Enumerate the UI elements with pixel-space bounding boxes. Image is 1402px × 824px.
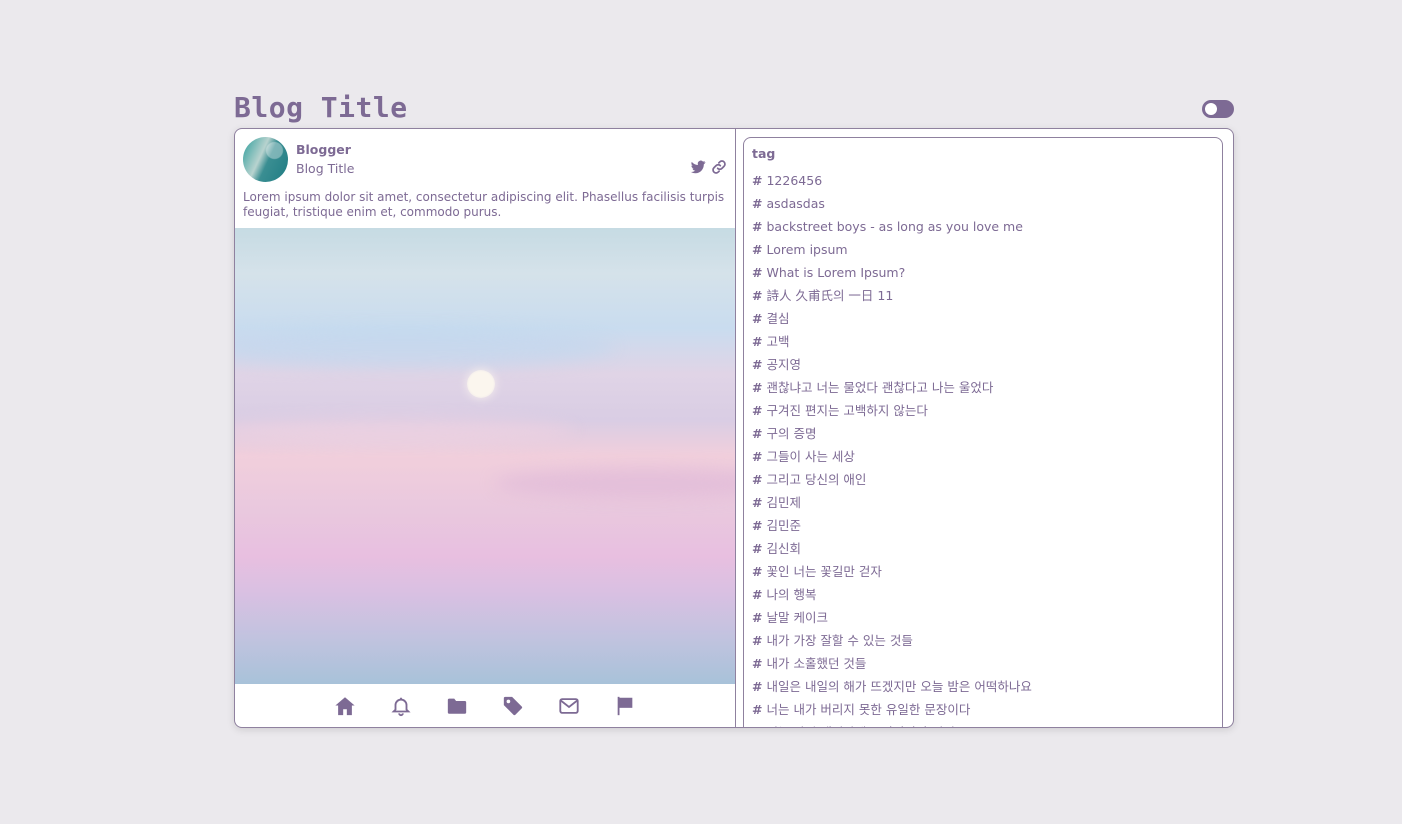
tag-panel[interactable]: tag #1226456 # asdasdas # backstreet boys - …	[743, 137, 1223, 727]
tag-label: 김민제	[766, 495, 801, 510]
toggle-knob	[1205, 103, 1217, 115]
theme-toggle[interactable]	[1202, 100, 1234, 118]
hash-symbol: #	[752, 564, 763, 579]
tag-label: 詩人 久甫氏의 一日 11	[766, 288, 894, 303]
tag-link[interactable]: # 날말 케이크	[752, 606, 1214, 629]
tag-link[interactable]: # 내가 가장 잘할 수 있는 것들	[752, 629, 1214, 652]
tag-link[interactable]: # What is Lorem Ipsum?	[752, 261, 1214, 284]
link-icon[interactable]	[711, 159, 727, 175]
tag-label: 내가 가장 잘할 수 있는 것들	[766, 633, 913, 648]
tag-link[interactable]: # 구겨진 편지는 고백하지 않는다	[752, 399, 1214, 422]
tag-link[interactable]: # 너는 내가 버리지 못한 유일한 문장이다	[752, 698, 1214, 721]
blog-description: Lorem ipsum dolor sit amet, consectetur …	[243, 190, 725, 219]
tag-link[interactable]: # 그들이 사는 세상	[752, 445, 1214, 468]
hash-symbol: #	[752, 334, 763, 349]
tag-link[interactable]: # 너는 다시 태어나겠고 가닥가닥 있어	[752, 721, 1214, 727]
tag-label: What is Lorem Ipsum?	[766, 265, 906, 280]
blog-card: Blogger Blog Title Lorem ipsum dolor sit…	[234, 128, 1234, 728]
blog-subtitle: Blog Title	[296, 161, 355, 176]
tag-link[interactable]: # 김민제	[752, 491, 1214, 514]
tag-label: backstreet boys - as long as you love me	[766, 219, 1023, 234]
tag-link[interactable]: # 괜찮냐고 너는 물었다 괜찮다고 나는 울었다	[752, 376, 1214, 399]
cover-image	[235, 228, 735, 684]
tag-list: #1226456 # asdasdas # backstreet boys - as l…	[752, 169, 1214, 727]
tag-icon[interactable]	[502, 695, 524, 717]
hash-symbol: #	[752, 196, 763, 211]
hash-symbol: #	[752, 426, 763, 441]
avatar	[243, 137, 288, 182]
hash-symbol: #	[752, 311, 763, 326]
tag-label: 구의 증명	[766, 426, 817, 441]
moon	[467, 370, 495, 398]
tag-link[interactable]: # 김신회	[752, 537, 1214, 560]
hash-symbol: #	[752, 518, 763, 533]
tag-link[interactable]: # 내일은 내일의 해가 뜨겠지만 오늘 밤은 어떡하나요	[752, 675, 1214, 698]
tag-label: 너는 내가 버리지 못한 유일한 문장이다	[766, 702, 971, 717]
tag-link[interactable]: # backstreet boys - as long as you love m…	[752, 215, 1214, 238]
tag-link[interactable]: # 詩人 久甫氏의 一日 11	[752, 284, 1214, 307]
tag-label: asdasdas	[766, 196, 825, 211]
blogger-name: Blogger	[296, 142, 351, 157]
home-icon[interactable]	[334, 695, 356, 717]
tag-link[interactable]: # 꽃인 너는 꽃길만 걷자	[752, 560, 1214, 583]
hash-symbol: #	[752, 357, 763, 372]
tag-label: 내가 소홀했던 것들	[766, 656, 867, 671]
tag-link[interactable]: #1226456	[752, 169, 1214, 192]
social-links	[690, 159, 727, 175]
mail-icon[interactable]	[558, 695, 580, 717]
bottom-nav	[235, 684, 735, 727]
hash-symbol: #	[752, 495, 763, 510]
tag-link[interactable]: # 나의 행복	[752, 583, 1214, 606]
tag-label: 내일은 내일의 해가 뜨겠지만 오늘 밤은 어떡하나요	[766, 679, 1032, 694]
tag-link[interactable]: # 그리고 당신의 애인	[752, 468, 1214, 491]
tag-label: Lorem ipsum	[766, 242, 848, 257]
hash-symbol: #	[752, 219, 763, 234]
hash-symbol: #	[752, 449, 763, 464]
tag-label: 그리고 당신의 애인	[766, 472, 867, 487]
tag-label: 나의 행복	[766, 587, 817, 602]
hash-symbol: #	[752, 265, 763, 280]
tag-link[interactable]: # 내가 소홀했던 것들	[752, 652, 1214, 675]
hash-symbol: #	[752, 242, 763, 257]
tag-label: 김신회	[766, 541, 801, 556]
tag-label: 공지영	[766, 357, 801, 372]
twitter-icon[interactable]	[690, 159, 706, 175]
tag-link[interactable]: # 고백	[752, 330, 1214, 353]
hash-symbol: #	[752, 288, 763, 303]
tag-label: 그들이 사는 세상	[766, 449, 855, 464]
tag-label: 꽃인 너는 꽃길만 걷자	[766, 564, 882, 579]
tag-heading: tag	[752, 146, 776, 161]
flag-icon[interactable]	[614, 695, 636, 717]
tag-link[interactable]: # 결심	[752, 307, 1214, 330]
hash-symbol: #	[752, 656, 763, 671]
tag-label: 결심	[766, 311, 790, 326]
profile-panel: Blogger Blog Title Lorem ipsum dolor sit…	[235, 129, 736, 727]
tag-link[interactable]: # 공지영	[752, 353, 1214, 376]
hash-symbol: #	[752, 403, 763, 418]
hash-symbol: #	[752, 472, 763, 487]
tag-label: 너는 다시 태어나겠고 가닥가닥 있어	[766, 725, 954, 727]
hash-symbol: #	[752, 541, 763, 556]
hash-symbol: #	[752, 610, 763, 625]
hash-symbol: #	[752, 633, 763, 648]
tag-label: 날말 케이크	[766, 610, 828, 625]
folder-icon[interactable]	[446, 695, 468, 717]
tag-label: 구겨진 편지는 고백하지 않는다	[766, 403, 928, 418]
tag-link[interactable]: # asdasdas	[752, 192, 1214, 215]
hash-symbol: #	[752, 173, 763, 188]
tag-link[interactable]: # Lorem ipsum	[752, 238, 1214, 261]
hash-symbol: #	[752, 725, 762, 727]
tag-label: 고백	[766, 334, 790, 349]
tag-link[interactable]: # 김민준	[752, 514, 1214, 537]
tag-label: 김민준	[766, 518, 801, 533]
tag-link[interactable]: # 구의 증명	[752, 422, 1214, 445]
hash-symbol: #	[752, 702, 763, 717]
hash-symbol: #	[752, 380, 763, 395]
hash-symbol: #	[752, 587, 763, 602]
tag-label: 1226456	[766, 173, 823, 188]
page-title: Blog Title	[234, 91, 408, 124]
tag-label: 괜찮냐고 너는 물었다 괜찮다고 나는 울었다	[766, 380, 994, 395]
bell-icon[interactable]	[390, 695, 412, 717]
hash-symbol: #	[752, 679, 763, 694]
